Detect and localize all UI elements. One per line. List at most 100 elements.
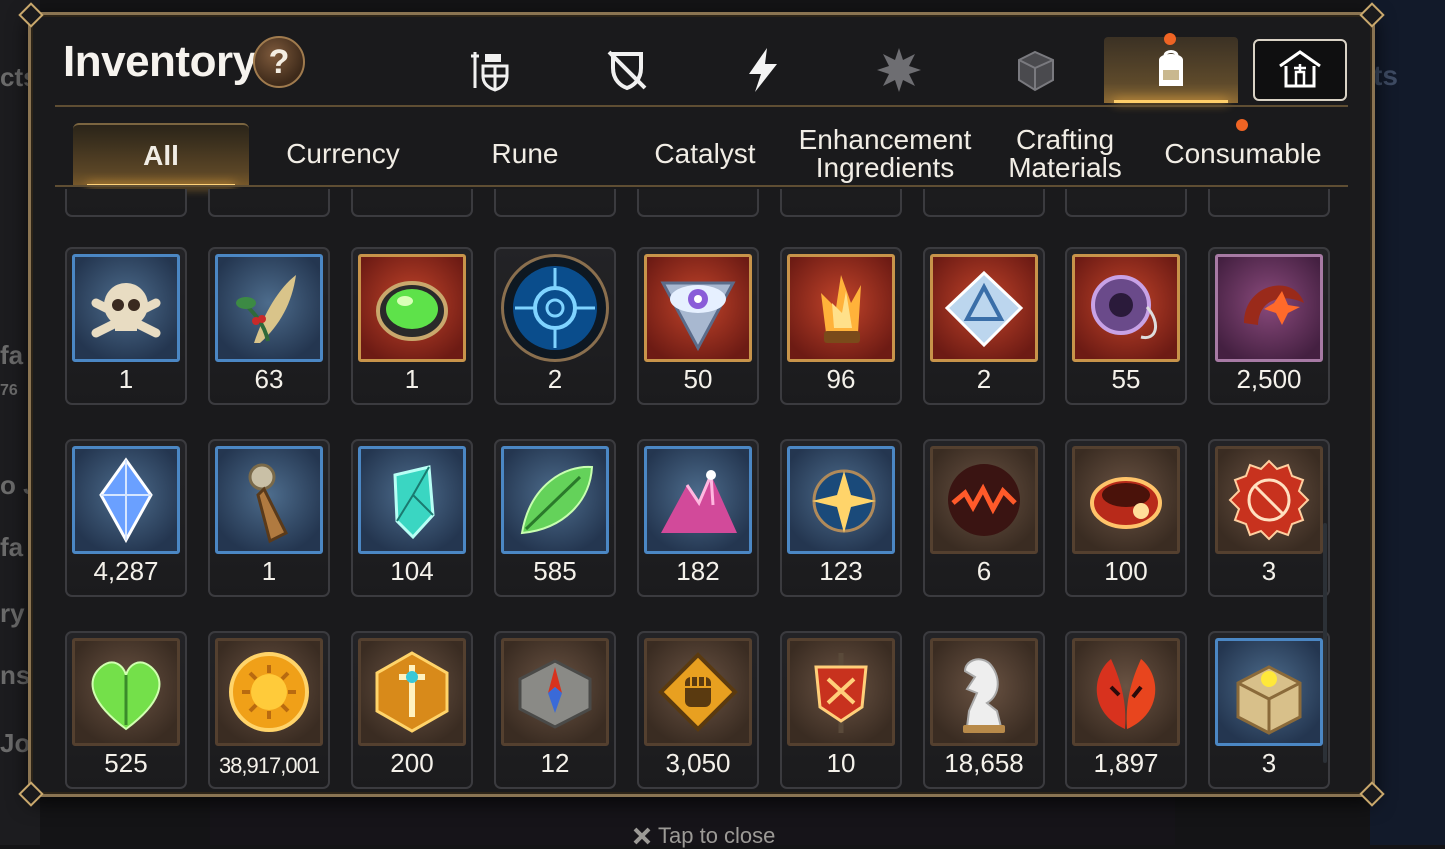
item-slot-partial[interactable] bbox=[1208, 189, 1330, 217]
tab-equipment[interactable] bbox=[424, 37, 558, 103]
item-count: 18,658 bbox=[944, 748, 1024, 778]
subtab-rune[interactable]: Rune bbox=[437, 123, 613, 185]
lightning-icon bbox=[749, 48, 777, 92]
subtab-enhancement-ingredients[interactable]: Enhancement Ingredients bbox=[793, 123, 977, 185]
item-slot[interactable]: 182 bbox=[637, 439, 759, 597]
tab-guild[interactable] bbox=[1253, 39, 1347, 101]
blue-gem-icon bbox=[72, 446, 180, 554]
close-hint-label: Tap to close bbox=[658, 823, 776, 848]
item-slot[interactable]: 50 bbox=[637, 247, 759, 405]
item-slot-partial[interactable] bbox=[923, 189, 1045, 217]
item-slot[interactable]: 1,897 bbox=[1065, 631, 1187, 789]
stone-compass-icon bbox=[501, 638, 609, 746]
red-seal-badge-icon bbox=[1215, 446, 1323, 554]
item-slot[interactable]: 38,917,001 bbox=[208, 631, 330, 789]
spiked-emblem-icon bbox=[877, 48, 921, 92]
item-slot-partial[interactable] bbox=[494, 189, 616, 217]
subtab-all[interactable]: All bbox=[73, 123, 249, 187]
notification-badge bbox=[1236, 119, 1248, 131]
item-count: 6 bbox=[976, 556, 992, 586]
item-count: 1,897 bbox=[1093, 748, 1159, 778]
background-right-panel: ts bbox=[1370, 0, 1445, 845]
item-count: 2 bbox=[976, 364, 992, 394]
item-slot[interactable]: 10 bbox=[780, 631, 902, 789]
item-slot[interactable]: 200 bbox=[351, 631, 473, 789]
item-slot[interactable]: 2 bbox=[494, 247, 616, 405]
background-text: fa bbox=[0, 340, 24, 370]
item-slot[interactable]: 55 bbox=[1065, 247, 1187, 405]
item-count: 12 bbox=[540, 748, 570, 778]
x-icon bbox=[633, 827, 651, 845]
compass-pendant-icon bbox=[215, 446, 323, 554]
item-slot[interactable]: 1 bbox=[208, 439, 330, 597]
item-count: 38,917,001 bbox=[218, 753, 320, 778]
item-count: 585 bbox=[533, 556, 577, 586]
item-slot-partial[interactable] bbox=[208, 189, 330, 217]
tab-skills[interactable] bbox=[696, 37, 830, 103]
item-slot[interactable]: 1 bbox=[351, 247, 473, 405]
item-slot[interactable]: 104 bbox=[351, 439, 473, 597]
background-text: ns bbox=[0, 660, 31, 690]
close-hint[interactable]: Tap to close bbox=[632, 823, 775, 849]
item-slot-partial[interactable] bbox=[65, 189, 187, 217]
tab-materials[interactable] bbox=[968, 37, 1102, 103]
star-pendant-icon bbox=[787, 446, 895, 554]
page-title: Inventory bbox=[63, 37, 257, 86]
item-count: 104 bbox=[390, 556, 434, 586]
molten-orb-icon bbox=[930, 446, 1038, 554]
treasure-box-icon bbox=[1215, 638, 1323, 746]
item-slot[interactable]: 585 bbox=[494, 439, 616, 597]
item-count: 200 bbox=[390, 748, 434, 778]
subtab-currency[interactable]: Currency bbox=[255, 123, 431, 185]
item-slot-partial[interactable] bbox=[351, 189, 473, 217]
item-slot[interactable]: 6 bbox=[923, 439, 1045, 597]
item-slot[interactable]: 2,500 bbox=[1208, 247, 1330, 405]
item-slot[interactable]: 2 bbox=[923, 247, 1045, 405]
item-slot[interactable]: 123 bbox=[780, 439, 902, 597]
item-slot[interactable]: 1 bbox=[65, 247, 187, 405]
item-slot[interactable]: 18,658 bbox=[923, 631, 1045, 789]
item-slot[interactable]: 3 bbox=[1208, 439, 1330, 597]
subtab-crafting-materials[interactable]: Crafting Materials bbox=[977, 123, 1153, 185]
item-slot[interactable]: 3,050 bbox=[637, 631, 759, 789]
item-slot[interactable]: 63 bbox=[208, 247, 330, 405]
item-grid: 1 63 1 2 50 96 2 55 2,500 4,287 1 104 585 182 123 6 100 3… bbox=[61, 189, 1331, 789]
scrollbar[interactable] bbox=[1323, 523, 1327, 763]
green-leaf-icon bbox=[501, 446, 609, 554]
help-button[interactable]: ? bbox=[253, 36, 305, 88]
item-slot[interactable]: 96 bbox=[780, 247, 902, 405]
item-slot-partial[interactable] bbox=[637, 189, 759, 217]
item-slot[interactable]: 525 bbox=[65, 631, 187, 789]
chess-knight-icon bbox=[930, 638, 1038, 746]
item-slot[interactable]: 100 bbox=[1065, 439, 1187, 597]
blue-rune-circle-icon bbox=[501, 254, 609, 362]
item-count: 1 bbox=[404, 364, 420, 394]
red-leaves-icon bbox=[1072, 638, 1180, 746]
item-count: 2 bbox=[547, 364, 563, 394]
item-slot[interactable]: 3 bbox=[1208, 631, 1330, 789]
item-slot[interactable]: 4,287 bbox=[65, 439, 187, 597]
background-text: 76 bbox=[0, 382, 18, 399]
item-slot-partial[interactable] bbox=[780, 189, 902, 217]
item-count: 123 bbox=[819, 556, 863, 586]
backpack-icon bbox=[1159, 50, 1183, 86]
subtab-divider bbox=[55, 185, 1348, 187]
background-text: ts bbox=[1373, 60, 1398, 91]
tab-unequipped[interactable] bbox=[560, 37, 694, 103]
item-count: 96 bbox=[826, 364, 856, 394]
guild-house-icon bbox=[1279, 50, 1321, 88]
item-slot-partial[interactable] bbox=[1065, 189, 1187, 217]
tab-artifacts[interactable] bbox=[832, 37, 966, 103]
item-count: 4,287 bbox=[93, 556, 159, 586]
tab-inventory[interactable] bbox=[1104, 33, 1238, 103]
item-count: 1 bbox=[261, 556, 277, 586]
item-slot[interactable]: 12 bbox=[494, 631, 616, 789]
item-count: 2,500 bbox=[1236, 364, 1302, 394]
notification-badge bbox=[1164, 33, 1176, 45]
subtab-consumable[interactable]: Consumable bbox=[1155, 123, 1331, 185]
green-orb-icon bbox=[358, 254, 466, 362]
skull-crossbones-icon bbox=[72, 254, 180, 362]
triquetra-crystal-icon bbox=[930, 254, 1038, 362]
panel-header: Inventory ? bbox=[31, 15, 1372, 107]
subtab-catalyst[interactable]: Catalyst bbox=[617, 123, 793, 185]
